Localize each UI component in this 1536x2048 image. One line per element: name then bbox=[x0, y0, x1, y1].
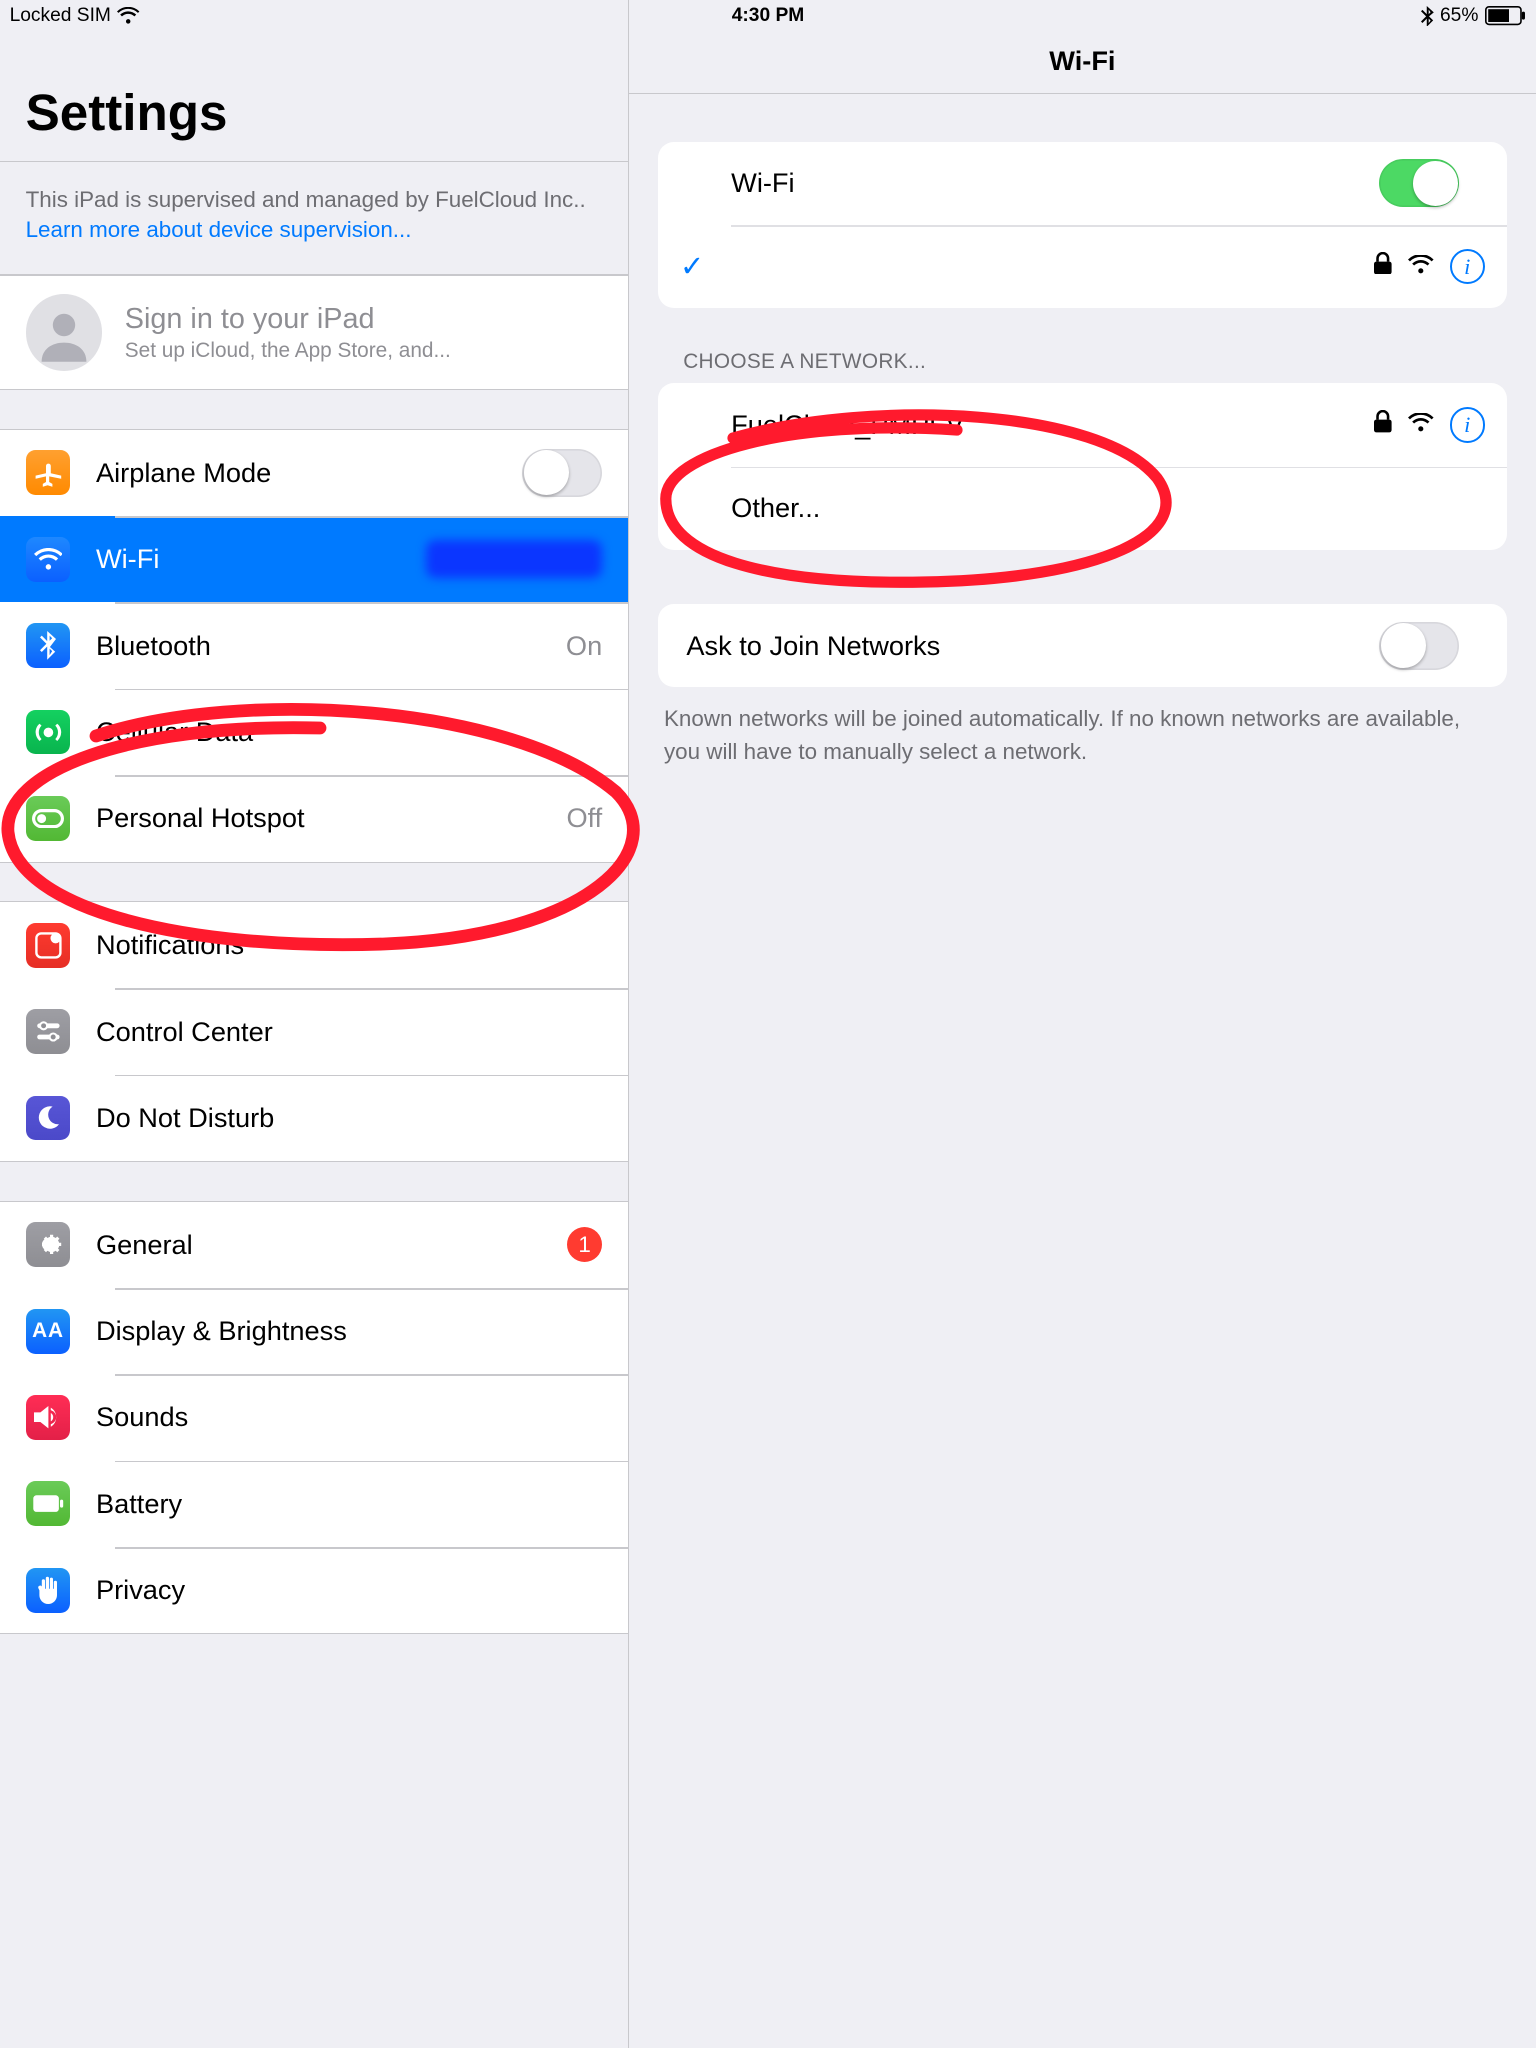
sidebar-item-cellular[interactable]: Cellular Data bbox=[0, 689, 628, 775]
wifi-toggle[interactable] bbox=[1379, 159, 1459, 207]
wifi-detail-pane: Wi-Fi Wi-Fi ✓ i CHOOSE A NETWORK... Fuel… bbox=[629, 0, 1536, 2048]
sidebar-item-control-center[interactable]: Control Center bbox=[0, 988, 628, 1074]
bluetooth-value: On bbox=[566, 630, 602, 662]
ask-join-label: Ask to Join Networks bbox=[680, 630, 1379, 662]
battery-icon bbox=[26, 1481, 71, 1526]
sounds-icon bbox=[26, 1395, 71, 1440]
wifi-master-toggle-row: Wi-Fi bbox=[658, 142, 1508, 225]
sign-in-title: Sign in to your iPad bbox=[125, 303, 451, 336]
sidebar-item-hotspot[interactable]: Personal Hotspot Off bbox=[0, 775, 628, 861]
lock-icon bbox=[1374, 410, 1392, 439]
wifi-network-name-redacted bbox=[426, 540, 602, 578]
ask-join-footer: Known networks will be joined automatica… bbox=[664, 703, 1501, 768]
other-network-row[interactable]: Other... bbox=[658, 467, 1508, 550]
sidebar-item-airplane-mode[interactable]: Airplane Mode bbox=[0, 430, 628, 516]
moon-icon bbox=[26, 1096, 71, 1141]
sidebar-item-bluetooth[interactable]: Bluetooth On bbox=[0, 602, 628, 688]
sign-in-subtitle: Set up iCloud, the App Store, and... bbox=[125, 339, 451, 363]
sidebar-item-label: Sounds bbox=[96, 1401, 628, 1433]
hotspot-value: Off bbox=[566, 802, 602, 834]
supervision-text: This iPad is supervised and managed by F… bbox=[26, 187, 586, 212]
wifi-strength-icon bbox=[1408, 410, 1434, 439]
avatar-placeholder-icon bbox=[26, 294, 103, 371]
bluetooth-icon bbox=[26, 623, 71, 668]
sidebar-item-notifications[interactable]: Notifications bbox=[0, 902, 628, 988]
airplane-toggle[interactable] bbox=[522, 449, 602, 497]
sidebar-item-label: Display & Brightness bbox=[96, 1315, 628, 1347]
sidebar-item-label: General bbox=[96, 1229, 567, 1261]
current-network-row[interactable]: ✓ i bbox=[658, 225, 1508, 308]
sidebar-item-privacy[interactable]: Privacy bbox=[0, 1547, 628, 1633]
cellular-icon bbox=[26, 710, 71, 755]
wifi-toggle-label: Wi-Fi bbox=[680, 167, 1379, 199]
supervision-notice: This iPad is supervised and managed by F… bbox=[0, 162, 628, 275]
ask-to-join-row: Ask to Join Networks bbox=[658, 604, 1508, 687]
sidebar-item-label: Bluetooth bbox=[96, 630, 566, 662]
privacy-hand-icon bbox=[26, 1568, 71, 1613]
other-label: Other... bbox=[680, 492, 1485, 524]
network-row-fuelcloud[interactable]: FuelCloud_PMPFV i bbox=[658, 383, 1508, 466]
hotspot-icon bbox=[26, 796, 71, 841]
info-button[interactable]: i bbox=[1450, 249, 1485, 284]
sidebar-item-label: Battery bbox=[96, 1488, 628, 1520]
checkmark-icon: ✓ bbox=[680, 249, 731, 284]
wifi-icon bbox=[26, 537, 71, 582]
choose-network-header: CHOOSE A NETWORK... bbox=[683, 350, 1504, 374]
control-center-icon bbox=[26, 1009, 71, 1054]
sidebar-item-label: Cellular Data bbox=[96, 716, 628, 748]
sidebar-item-label: Privacy bbox=[96, 1574, 628, 1606]
battery-icon bbox=[1485, 6, 1527, 25]
wifi-icon bbox=[117, 7, 139, 25]
sidebar-item-label: Personal Hotspot bbox=[96, 802, 566, 834]
sidebar-item-wifi[interactable]: Wi-Fi bbox=[0, 516, 628, 602]
lock-icon bbox=[1374, 252, 1392, 281]
sim-status-text: Locked SIM bbox=[10, 5, 111, 27]
notifications-icon bbox=[26, 923, 71, 968]
sidebar-item-general[interactable]: General 1 bbox=[0, 1202, 628, 1288]
bluetooth-icon bbox=[1421, 6, 1434, 27]
sidebar-item-sounds[interactable]: Sounds bbox=[0, 1374, 628, 1460]
status-time: 4:30 PM bbox=[732, 5, 805, 27]
status-bar: Locked SIM 4:30 PM 65% bbox=[0, 0, 1536, 32]
sidebar-item-battery[interactable]: Battery bbox=[0, 1461, 628, 1547]
gear-icon bbox=[26, 1222, 71, 1267]
wifi-strength-icon bbox=[1408, 252, 1434, 281]
sidebar-item-label: Do Not Disturb bbox=[96, 1102, 628, 1134]
ask-to-join-toggle[interactable] bbox=[1379, 622, 1459, 670]
supervision-learn-more-link[interactable]: Learn more about device supervision... bbox=[26, 217, 412, 242]
network-name: FuelCloud_PMPFV bbox=[680, 409, 1374, 441]
sidebar-item-label: Airplane Mode bbox=[96, 457, 522, 489]
sidebar-item-display[interactable]: AA Display & Brightness bbox=[0, 1288, 628, 1374]
sidebar-item-label: Control Center bbox=[96, 1016, 628, 1048]
display-icon: AA bbox=[26, 1309, 71, 1354]
sidebar-item-label: Notifications bbox=[96, 929, 628, 961]
sidebar-item-label: Wi-Fi bbox=[96, 543, 426, 575]
info-button[interactable]: i bbox=[1450, 407, 1485, 442]
battery-pct: 65% bbox=[1440, 5, 1478, 27]
general-badge: 1 bbox=[567, 1227, 602, 1262]
settings-sidebar: Settings This iPad is supervised and man… bbox=[0, 0, 629, 2048]
airplane-icon bbox=[26, 450, 71, 495]
sidebar-item-dnd[interactable]: Do Not Disturb bbox=[0, 1075, 628, 1161]
sign-in-row[interactable]: Sign in to your iPad Set up iCloud, the … bbox=[0, 275, 628, 390]
